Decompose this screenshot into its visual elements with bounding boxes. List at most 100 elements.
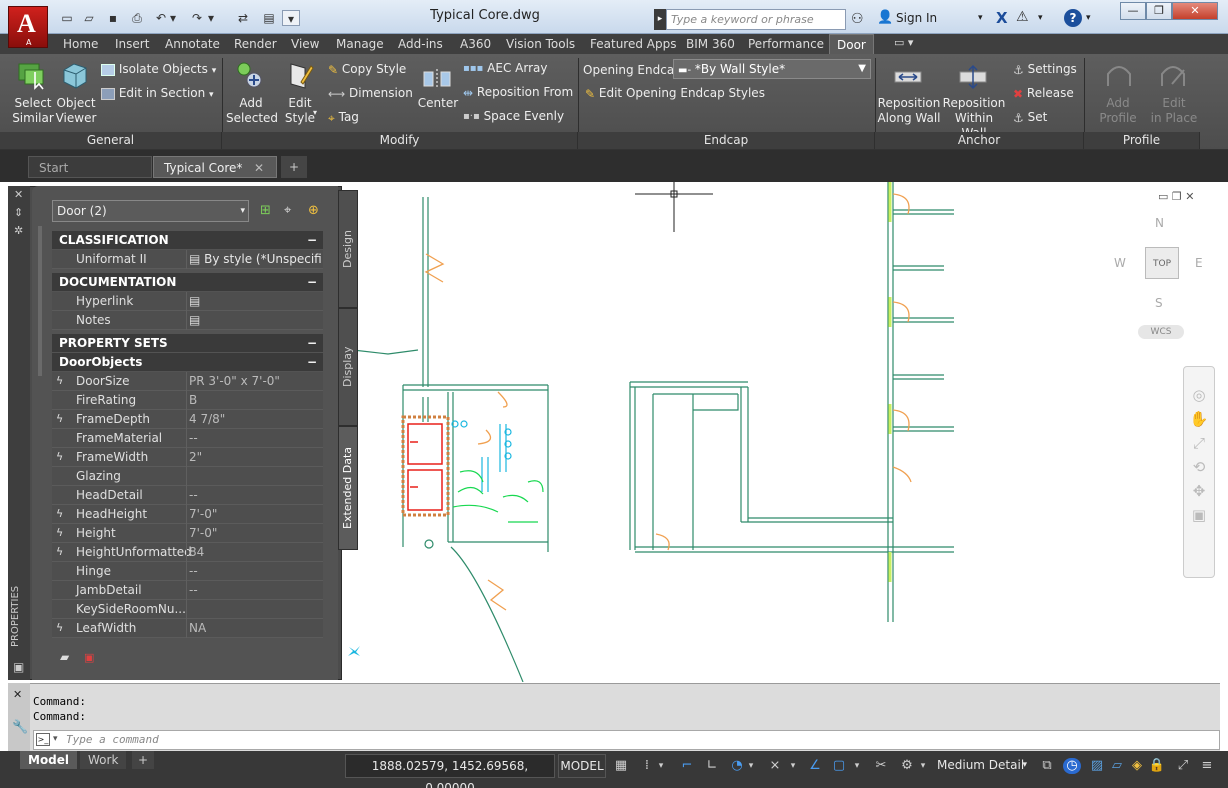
help-icon[interactable]: ? — [1064, 9, 1082, 27]
grid-icon[interactable]: ▦ — [612, 758, 630, 774]
tag-button[interactable]: ⌖ Tag — [328, 109, 359, 126]
isolate-dropdown-icon[interactable]: ▾ — [212, 66, 217, 76]
viewcube-east[interactable]: E — [1195, 256, 1203, 270]
property-value[interactable]: -- — [186, 562, 323, 581]
showmotion-icon[interactable]: ✥ — [1184, 479, 1214, 503]
new-tab-button[interactable]: + — [281, 156, 307, 178]
dynamic-input-icon[interactable]: ⌐ — [678, 758, 696, 774]
save-icon[interactable]: ▪ — [104, 10, 122, 26]
isolate-objects-button[interactable]: Isolate Objects ▾ — [101, 61, 216, 79]
viewcube-west[interactable]: W — [1114, 256, 1126, 270]
property-row[interactable]: HeadDetail -- — [52, 486, 323, 505]
lock-icon[interactable]: 🔒 — [1148, 758, 1166, 774]
clean-screen-icon[interactable]: ⤢ — [1174, 758, 1192, 774]
workspace-icon[interactable]: ▤ — [260, 10, 278, 26]
tab-home[interactable]: Home — [56, 34, 105, 54]
print-icon[interactable]: ⎙ — [128, 10, 146, 26]
palette-close-icon[interactable]: ✕ — [14, 188, 23, 201]
polar-tracking-icon[interactable]: ◔ — [728, 758, 746, 774]
palette-autohide-icon[interactable]: ⇕ — [14, 206, 23, 219]
quick-select-icon[interactable]: ⊞ — [260, 203, 271, 218]
center-button[interactable] — [422, 64, 452, 97]
new-layout-button[interactable]: + — [132, 751, 155, 769]
tab-render[interactable]: Render — [227, 34, 284, 54]
reposition-along-wall-button[interactable] — [893, 62, 923, 95]
application-menu-button[interactable]: A A — [8, 6, 48, 48]
tab-bim-360[interactable]: BIM 360 — [679, 34, 742, 54]
tab-door[interactable]: Door — [829, 34, 874, 54]
zoom-icon[interactable]: ⤢ — [1184, 431, 1214, 455]
open-file-icon[interactable]: ▱ — [80, 10, 98, 26]
property-value[interactable] — [186, 600, 323, 619]
workspace-dropdown-icon[interactable]: ▾ — [918, 758, 928, 774]
edit-in-section-button[interactable]: Edit in Section ▾ — [101, 85, 214, 103]
isolate-icon[interactable]: ◈ — [1128, 758, 1146, 774]
search-expand-icon[interactable]: ▸ — [654, 9, 666, 30]
property-row[interactable]: KeySideRoomNu... — [52, 600, 323, 619]
anchor-settings-button[interactable]: ⚓ Settings — [1013, 61, 1077, 78]
steering-wheel-icon[interactable]: ◎ — [1184, 383, 1214, 407]
property-editor-icon[interactable]: ▤ — [189, 252, 204, 266]
command-input[interactable]: Type a command — [33, 730, 1220, 750]
tab-annotate[interactable]: Annotate — [158, 34, 227, 54]
property-value[interactable]: ▤ — [186, 292, 323, 311]
sign-in-button[interactable]: Sign In — [896, 11, 937, 25]
copy-style-button[interactable]: ✎ Copy Style — [328, 61, 406, 78]
command-prompt-icon[interactable]: >_ — [36, 733, 50, 746]
collapse-icon[interactable]: − — [307, 334, 317, 352]
property-row[interactable]: Hinge -- — [52, 562, 323, 581]
a360-dropdown-icon[interactable]: ▾ — [1038, 13, 1043, 23]
viewcube-top-face[interactable]: TOP — [1145, 247, 1179, 279]
property-row[interactable]: ϟ HeightUnformatted 84 — [52, 543, 323, 562]
surface-hatch-icon[interactable]: ▨ — [1088, 758, 1106, 774]
property-editor-icon[interactable]: ▤ — [189, 294, 200, 308]
display-config-icon[interactable]: ⧉ — [1038, 758, 1056, 774]
exchange-apps-icon[interactable]: X — [996, 9, 1008, 27]
dimension-button[interactable]: ⟷ Dimension — [328, 85, 413, 102]
close-button[interactable]: ✕ — [1172, 2, 1218, 20]
help-dropdown-icon[interactable]: ▾ — [1086, 13, 1091, 23]
reposition-from-button[interactable]: ⇹ Reposition From — [463, 84, 573, 101]
coordinates-readout[interactable]: 1888.02579, 1452.69568, 0.00000 — [345, 754, 555, 788]
object-snap-tracking-icon[interactable]: ∠ — [806, 758, 824, 774]
property-value[interactable]: -- — [186, 486, 323, 505]
add-selected-button[interactable] — [234, 60, 264, 93]
share-icon[interactable]: ⇄ — [234, 10, 252, 26]
object-snap-dropdown-icon[interactable]: ▾ — [852, 758, 862, 774]
tab-a360[interactable]: A360 — [453, 34, 498, 54]
property-row[interactable]: Uniformat II ▤ By style (*Unspecifi... — [52, 250, 323, 269]
tab-work[interactable]: Work — [80, 751, 127, 769]
command-customize-icon[interactable]: 🔧 — [12, 720, 28, 735]
property-row[interactable]: FireRating B — [52, 391, 323, 410]
palette-settings-icon[interactable]: ✲ — [14, 224, 23, 237]
hardware-acceleration-icon[interactable]: ◷ — [1063, 758, 1081, 774]
annotation-scale-icon[interactable]: ✂ — [872, 758, 890, 774]
section-door-objects[interactable]: DoorObjects − — [52, 353, 323, 371]
property-value[interactable]: 7'-0" — [186, 524, 323, 543]
section-classification[interactable]: CLASSIFICATION − — [52, 231, 323, 249]
property-value[interactable]: NA — [186, 619, 323, 638]
property-row[interactable]: ϟ Height 7'-0" — [52, 524, 323, 543]
tab-vision-tools[interactable]: Vision Tools — [499, 34, 582, 54]
edit-style-dropdown-icon[interactable]: ▾ — [313, 108, 317, 117]
pan-icon[interactable]: ✋ — [1184, 407, 1214, 431]
viewport-minimize-icon[interactable]: ▭ ❐ ✕ — [1158, 190, 1194, 203]
anchor-set-button[interactable]: ⚓ Set — [1013, 109, 1047, 126]
tab-design[interactable]: Design — [338, 190, 358, 308]
tab-display[interactable]: Display — [338, 308, 358, 426]
tab-view[interactable]: View — [284, 34, 326, 54]
close-tab-icon[interactable]: ✕ — [254, 157, 264, 179]
display-detail-select[interactable]: Medium Detail ▾ — [934, 754, 1030, 778]
redo-icon[interactable]: ↷ — [188, 10, 206, 26]
property-row[interactable]: Glazing — [52, 467, 323, 486]
autodesk-a360-icon[interactable]: ⚠ — [1016, 9, 1029, 25]
add-profile-button[interactable] — [1104, 60, 1134, 93]
tab-manage[interactable]: Manage — [329, 34, 391, 54]
snap-icon[interactable]: ⁞ — [638, 758, 656, 774]
add-property-set-icon[interactable]: ▰ — [60, 650, 69, 664]
property-row[interactable]: ϟ DoorSize PR 3'-0" x 7'-0" — [52, 372, 323, 391]
edit-style-button[interactable] — [285, 60, 315, 93]
command-close-icon[interactable]: ✕ — [13, 688, 22, 701]
collapse-icon[interactable]: − — [307, 273, 317, 291]
property-value[interactable]: B — [186, 391, 323, 410]
